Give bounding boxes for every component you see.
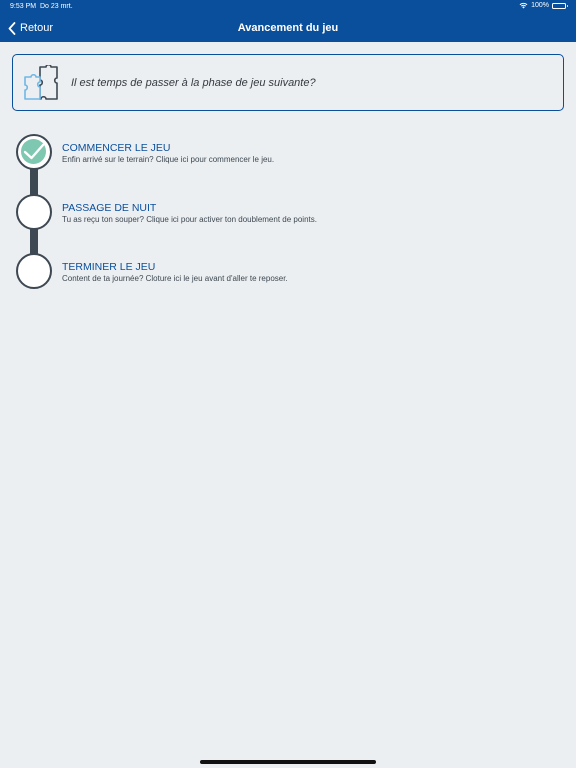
step-description: Enfin arrivé sur le terrain? Clique ici …	[62, 155, 275, 164]
game-steps: COMMENCER LE JEU Enfin arrivé sur le ter…	[14, 134, 574, 294]
step-title[interactable]: TERMINER LE JEU	[62, 261, 155, 273]
navigation-bar: Retour Avancement du jeu	[0, 14, 576, 42]
status-right: 100%	[519, 2, 568, 9]
step-end-game[interactable]: TERMINER LE JEU Content de ta journée? C…	[14, 253, 554, 293]
status-time: 9:53 PM Do 23 mrt.	[10, 3, 73, 10]
step-circle-pending[interactable]	[16, 253, 52, 289]
battery-icon	[552, 2, 568, 9]
battery-percent: 100%	[531, 2, 549, 9]
puzzle-icon	[24, 64, 58, 100]
wifi-icon	[519, 2, 528, 9]
step-night-passage[interactable]: PASSAGE DE NUIT Tu as reçu ton souper? C…	[14, 194, 554, 234]
step-start-game[interactable]: COMMENCER LE JEU Enfin arrivé sur le ter…	[14, 134, 554, 174]
home-indicator[interactable]	[200, 760, 376, 764]
step-description: Content de ta journée? Cloture ici le je…	[62, 274, 288, 283]
page-title: Avancement du jeu	[237, 22, 339, 34]
step-circle-completed[interactable]	[16, 134, 52, 170]
checkmark-icon	[23, 143, 45, 160]
step-description: Tu as reçu ton souper? Clique ici pour a…	[62, 215, 317, 224]
step-title[interactable]: PASSAGE DE NUIT	[62, 202, 156, 214]
next-phase-card[interactable]: Il est temps de passer à la phase de jeu…	[12, 54, 564, 111]
status-date: Do 23 mrt.	[39, 3, 73, 10]
step-title[interactable]: COMMENCER LE JEU	[62, 142, 171, 154]
status-bar: 9:53 PM Do 23 mrt. 100%	[0, 0, 576, 14]
next-phase-message: Il est temps de passer à la phase de jeu…	[71, 76, 316, 89]
step-circle-pending[interactable]	[16, 194, 52, 230]
status-clock: 9:53 PM	[10, 3, 37, 10]
